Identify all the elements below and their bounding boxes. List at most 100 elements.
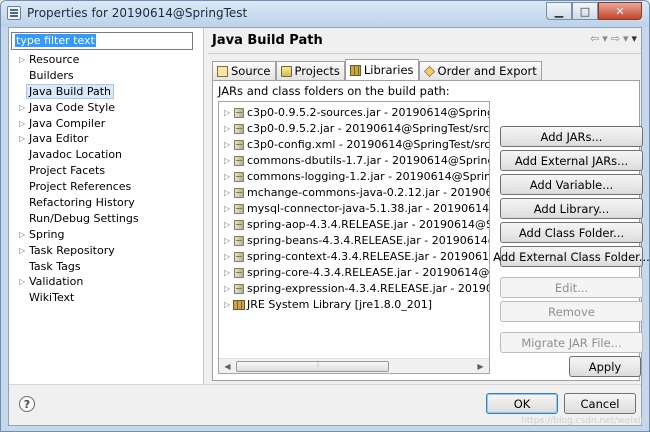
back-dropdown-icon[interactable]: ▾ (602, 32, 608, 45)
close-button[interactable]: ✕ (598, 2, 642, 20)
list-item[interactable]: ▷ JRE System Library [jre1.8.0_201] (219, 297, 489, 313)
scroll-left-icon[interactable]: ◀ (220, 360, 235, 373)
expand-arrow-icon[interactable]: ▷ (224, 233, 230, 249)
list-item[interactable]: ▷ commons-dbutils-1.7.jar - 20190614@Spri… (219, 153, 489, 169)
tab-source[interactable]: Source (212, 61, 276, 80)
tree-item[interactable]: ▷ Task Repository (9, 243, 204, 259)
window-title: Properties for 20190614@SpringTest (27, 6, 248, 20)
minimize-button[interactable]: ▁ (546, 2, 572, 20)
list-item[interactable]: ▷ mchange-commons-java-0.2.12.jar - 20190… (219, 185, 489, 201)
expand-arrow-icon[interactable]: ▷ (224, 121, 230, 137)
tree-item[interactable]: Refactoring History (9, 195, 204, 211)
expand-arrow-icon[interactable]: ▷ (224, 217, 230, 233)
list-item[interactable]: ▷ spring-context-4.3.4.RELEASE.jar - 2019… (219, 249, 489, 265)
add-variable-button[interactable]: Add Variable... (500, 174, 643, 195)
add-external-class-folder-button[interactable]: Add External Class Folder... (493, 246, 649, 267)
tree-item[interactable]: ▷ Resource (9, 52, 204, 68)
expand-arrow-icon[interactable]: ▷ (19, 100, 25, 116)
filter-input[interactable]: type filter text (11, 32, 193, 50)
tree-item[interactable]: Task Tags (9, 259, 204, 275)
tree-item-label: Java Compiler (29, 116, 106, 130)
help-icon[interactable]: ? (19, 396, 35, 412)
list-item[interactable]: ▷ spring-expression-4.3.4.RELEASE.jar - 2… (219, 281, 489, 297)
expand-arrow-icon[interactable]: ▷ (224, 201, 230, 217)
tab-order-and-export[interactable]: Order and Export (418, 61, 542, 80)
view-menu-icon[interactable]: ▾ (631, 32, 637, 45)
expand-arrow-icon[interactable]: ▷ (224, 137, 230, 153)
expand-arrow-icon[interactable]: ▷ (224, 153, 230, 169)
library-list[interactable]: ▷ c3p0-0.9.5.2-sources.jar - 20190614@Spr… (218, 101, 490, 374)
expand-arrow-icon[interactable]: ▷ (224, 281, 230, 297)
jar-icon (234, 268, 244, 278)
expand-arrow-icon[interactable]: ▷ (224, 185, 230, 201)
jar-icon (234, 252, 244, 262)
tree-item[interactable]: WikiText (9, 290, 204, 306)
library-entries: ▷ c3p0-0.9.5.2-sources.jar - 20190614@Spr… (219, 105, 489, 313)
tree-item[interactable]: Java Build Path (9, 83, 204, 100)
list-item[interactable]: ▷ spring-aop-4.3.4.RELEASE.jar - 20190614… (219, 217, 489, 233)
horizontal-scrollbar[interactable]: ◀ ▶ (219, 358, 489, 373)
scroll-right-icon[interactable]: ▶ (473, 360, 488, 373)
tab-libraries[interactable]: Libraries (344, 59, 419, 80)
tree-item[interactable]: ▷ Java Compiler (9, 116, 204, 132)
add-class-folder-button[interactable]: Add Class Folder... (500, 222, 643, 243)
tree-item-label: Java Build Path (25, 83, 115, 99)
list-item[interactable]: ▷ spring-core-4.3.4.RELEASE.jar - 2019061… (219, 265, 489, 281)
cancel-button[interactable]: Cancel (564, 393, 636, 414)
property-tree: ▷ Resource Builders Java Build Path ▷ Java Co… (9, 52, 204, 306)
edit-button[interactable]: Edit... (500, 277, 643, 298)
add-library-button[interactable]: Add Library... (500, 198, 643, 219)
scroll-thumb[interactable] (236, 360, 389, 372)
jar-icon (234, 204, 244, 214)
tree-item[interactable]: Project References (9, 179, 204, 195)
tree-item[interactable]: ▷ Validation (9, 274, 204, 290)
build-path-tabs: Source Projects Libraries Order and Export (212, 59, 542, 80)
expand-arrow-icon[interactable]: ▷ (19, 52, 25, 68)
jar-icon (234, 236, 244, 246)
migrate-jar-button[interactable]: Migrate JAR File... (500, 332, 643, 353)
tree-item[interactable]: ▷ Spring (9, 227, 204, 243)
remove-button[interactable]: Remove (500, 301, 643, 322)
expand-arrow-icon[interactable]: ▷ (224, 249, 230, 265)
tree-item-label: Task Tags (29, 259, 81, 273)
list-item-label: mchange-commons-java-0.2.12.jar - 201906… (247, 186, 489, 199)
maximize-button[interactable]: □ (572, 2, 598, 20)
watermark-text: https://blog.csdn.net/weixin_4 (521, 416, 650, 426)
expand-arrow-icon[interactable]: ▷ (19, 116, 25, 132)
list-item[interactable]: ▷ commons-logging-1.2.jar - 20190614@Spri… (219, 169, 489, 185)
add-jars-button[interactable]: Add JARs... (500, 126, 643, 147)
tree-item[interactable]: Builders (9, 68, 204, 84)
add-external-jars-button[interactable]: Add External JARs... (500, 150, 643, 171)
list-item-label: c3p0-0.9.5.2.jar - 20190614@SpringTest/s… (247, 122, 490, 135)
expand-arrow-icon[interactable]: ▷ (19, 243, 25, 259)
apply-button[interactable]: Apply (569, 356, 641, 377)
forward-arrow-icon[interactable]: ⇨ (611, 32, 620, 45)
back-arrow-icon[interactable]: ⇦ (590, 32, 599, 45)
list-item[interactable]: ▷ c3p0-config.xml - 20190614@SpringTest/s… (219, 137, 489, 153)
tree-item[interactable]: ▷ Java Editor (9, 131, 204, 147)
list-item[interactable]: ▷ mysql-connector-java-5.1.38.jar - 20190… (219, 201, 489, 217)
expand-arrow-icon[interactable]: ▷ (224, 265, 230, 281)
tree-item[interactable]: ▷ Java Code Style (9, 100, 204, 116)
expand-arrow-icon[interactable]: ▷ (224, 105, 230, 121)
expand-arrow-icon[interactable]: ▷ (19, 131, 25, 147)
list-item-label: spring-core-4.3.4.RELEASE.jar - 20190614… (247, 266, 490, 279)
list-item-label: spring-aop-4.3.4.RELEASE.jar - 20190614@… (247, 218, 490, 231)
expand-arrow-icon[interactable]: ▷ (224, 297, 230, 313)
tree-item-label: Project References (29, 180, 132, 194)
forward-dropdown-icon[interactable]: ▾ (623, 32, 629, 45)
list-item[interactable]: ▷ c3p0-0.9.5.2.jar - 20190614@SpringTest/… (219, 121, 489, 137)
tree-item[interactable]: Run/Debug Settings (9, 211, 204, 227)
expand-arrow-icon[interactable]: ▷ (19, 227, 25, 243)
list-item[interactable]: ▷ c3p0-0.9.5.2-sources.jar - 20190614@Spr… (219, 105, 489, 121)
java-build-path-page: Java Build Path ⇦ ▾ ⇨ ▾ ▾ Source Projects… (208, 28, 649, 384)
build-path-label: JARs and class folders on the build path… (218, 84, 450, 98)
title-bar[interactable]: Properties for 20190614@SpringTest ▁ □ ✕ (1, 1, 649, 27)
list-item[interactable]: ▷ spring-beans-4.3.4.RELEASE.jar - 201906… (219, 233, 489, 249)
expand-arrow-icon[interactable]: ▷ (224, 169, 230, 185)
tab-projects[interactable]: Projects (275, 61, 345, 80)
expand-arrow-icon[interactable]: ▷ (19, 274, 25, 290)
tree-item[interactable]: Project Facets (9, 163, 204, 179)
tree-item[interactable]: Javadoc Location (9, 147, 204, 163)
ok-button[interactable]: OK (486, 393, 558, 414)
